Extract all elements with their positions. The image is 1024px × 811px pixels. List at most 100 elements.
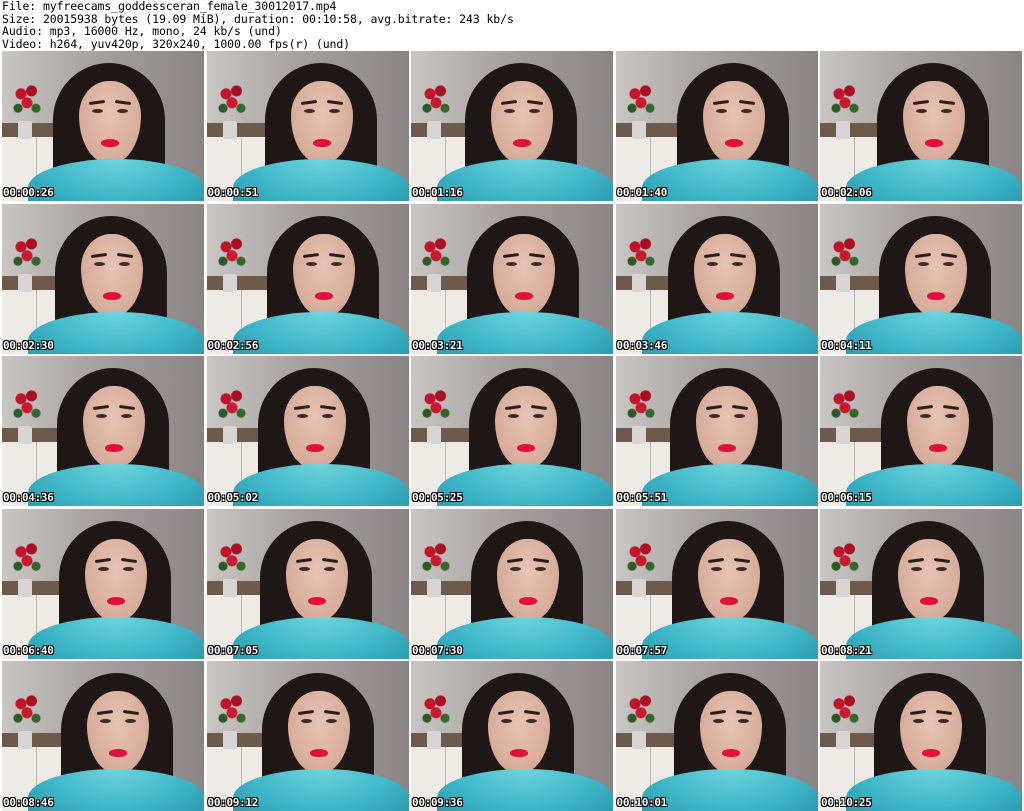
right-eyebrow	[935, 709, 953, 716]
vase	[222, 426, 237, 444]
right-eye	[529, 109, 540, 113]
roses	[216, 693, 247, 729]
right-eyebrow	[938, 99, 956, 106]
roses	[421, 388, 451, 424]
right-eyebrow	[733, 557, 750, 563]
roses	[830, 83, 860, 119]
left-eyebrow	[912, 99, 930, 106]
vase	[427, 578, 441, 597]
right-eyebrow	[528, 252, 546, 258]
face	[697, 538, 760, 621]
right-eye	[943, 261, 954, 266]
video-thumbnail: 00:01:40	[615, 51, 818, 201]
face	[85, 538, 147, 621]
left-eyebrow	[88, 99, 106, 106]
left-eyebrow	[502, 252, 520, 258]
face	[693, 233, 756, 316]
left-eye	[508, 414, 519, 418]
lips	[103, 291, 121, 300]
thumbnail-timestamp: 00:02:56	[207, 338, 259, 352]
video-thumbnail: 00:02:30	[2, 203, 204, 354]
lips	[515, 291, 533, 300]
right-eyebrow	[120, 557, 138, 563]
thumbnail-timestamp: 00:05:25	[412, 491, 463, 504]
vase	[18, 426, 32, 444]
right-eyebrow	[116, 252, 134, 258]
left-eyebrow	[914, 252, 932, 258]
right-eyebrow	[530, 404, 548, 411]
vase	[18, 731, 32, 749]
right-eyebrow	[940, 252, 958, 258]
left-eye	[715, 109, 727, 113]
thumbnail-timestamp: 00:05:02	[207, 491, 259, 504]
right-eye	[733, 414, 745, 418]
right-eyebrow	[523, 709, 541, 716]
right-eyebrow	[321, 557, 338, 563]
left-eye	[100, 719, 111, 723]
lips	[922, 749, 940, 757]
face	[81, 233, 143, 316]
video-thumbnail: 00:09:12	[206, 661, 409, 811]
vase	[631, 578, 646, 597]
thumbnail-timestamp: 00:07:05	[207, 643, 259, 657]
face	[283, 386, 346, 468]
face	[898, 538, 960, 621]
video-thumbnail: 00:02:06	[820, 51, 1022, 201]
video-thumbnail: 00:07:05	[206, 508, 409, 659]
right-eye	[321, 414, 333, 418]
lips	[314, 291, 333, 300]
face	[695, 386, 758, 468]
vase	[18, 121, 32, 139]
left-eyebrow	[500, 99, 518, 106]
roses	[12, 83, 42, 119]
thumbnail-timestamp: 00:10:01	[616, 796, 668, 809]
right-eye	[941, 109, 952, 113]
audio-info-line: Audio: mp3, 16000 Hz, mono, 24 kb/s (und…	[2, 24, 282, 38]
thumbnail-timestamp: 00:04:11	[821, 338, 872, 352]
video-thumbnail: 00:02:56	[206, 203, 409, 354]
face	[285, 538, 348, 621]
right-eyebrow	[319, 404, 336, 411]
vase	[836, 578, 850, 597]
left-eye	[94, 261, 105, 266]
vase	[836, 731, 850, 749]
right-eye	[936, 566, 947, 571]
right-eyebrow	[738, 99, 755, 106]
right-eyebrow	[326, 99, 343, 106]
thumbnail-grid: 00:00:26 00:00:51 00:01:16 00:01:40 00:02:06…	[2, 51, 1022, 811]
left-eye	[710, 566, 722, 571]
vase	[427, 273, 441, 292]
left-eyebrow	[712, 99, 729, 106]
video-thumbnail: 00:03:46	[615, 203, 818, 354]
thumbnail-timestamp: 00:04:36	[3, 491, 54, 504]
vase	[631, 426, 646, 444]
thumbnail-timestamp: 00:01:40	[616, 186, 668, 199]
roses	[12, 693, 42, 729]
left-eye	[712, 719, 724, 723]
left-eyebrow	[90, 252, 108, 258]
lips	[513, 139, 531, 147]
vase	[222, 578, 237, 597]
thumbnail-timestamp: 00:07:30	[412, 643, 463, 657]
right-eyebrow	[526, 99, 544, 106]
thumbnail-timestamp: 00:09:12	[207, 796, 259, 809]
thumbnail-timestamp: 00:00:26	[3, 186, 54, 199]
video-thumbnail: 00:01:16	[411, 51, 613, 201]
right-eye	[119, 261, 130, 266]
thumbnail-timestamp: 00:02:06	[821, 186, 872, 199]
left-eye	[913, 719, 924, 723]
face	[290, 81, 353, 163]
right-eyebrow	[323, 709, 340, 716]
roses	[216, 235, 247, 272]
thumbnail-timestamp: 00:00:51	[207, 186, 259, 199]
vase	[631, 731, 646, 749]
vase	[222, 121, 237, 139]
video-thumbnail: 00:07:30	[411, 508, 613, 659]
right-eye	[531, 261, 542, 266]
left-eyebrow	[302, 252, 319, 258]
thumbnail-timestamp: 00:01:16	[412, 186, 463, 199]
right-eyebrow	[731, 404, 748, 411]
vase	[427, 731, 441, 749]
right-eye	[125, 719, 136, 723]
left-eye	[303, 109, 315, 113]
